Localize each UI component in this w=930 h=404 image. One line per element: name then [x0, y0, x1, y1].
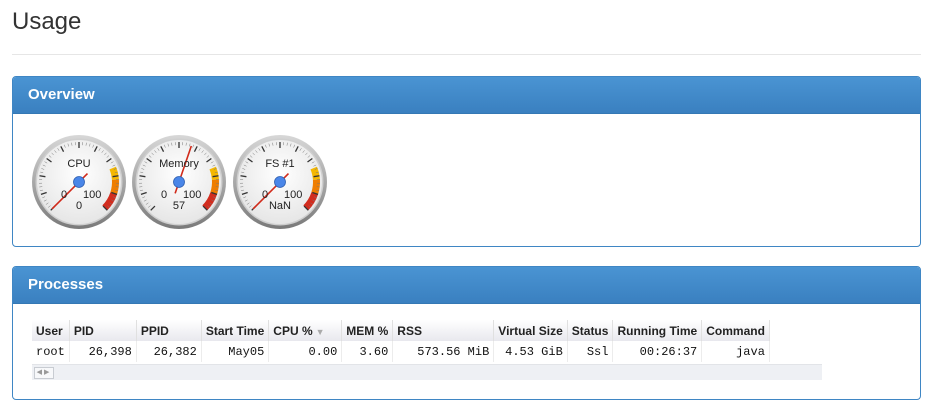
overview-panel-title: Overview [13, 77, 920, 114]
sort-descending-icon: ▼ [315, 326, 325, 337]
cell-pid: 26,398 [69, 341, 137, 362]
horizontal-scrollbar[interactable]: ◀▶ [32, 364, 822, 380]
scroll-arrows-icon[interactable]: ◀▶ [34, 367, 54, 379]
column-header-running-time[interactable]: Running Time [612, 320, 703, 341]
column-header-status[interactable]: Status [567, 320, 614, 341]
gauge-major-tick [313, 175, 320, 178]
cell-ppid: 26,382 [136, 341, 202, 362]
cpu-gauge-value: 0 [75, 200, 83, 212]
column-header-user[interactable]: User [32, 320, 70, 341]
gauge-major-tick [240, 175, 247, 178]
cell-running-time: 00:26:37 [612, 341, 703, 362]
gauge-major-tick [139, 175, 146, 178]
overview-panel: Overview CPU 0 100 0 Memory 0 100 57 FS … [12, 76, 921, 247]
cell-user: root [32, 341, 70, 362]
gauge-hub [173, 176, 185, 188]
fs-gauge-dial [233, 135, 327, 229]
gauge-row: CPU 0 100 0 Memory 0 100 57 FS #1 0 100 … [13, 114, 920, 244]
gauge-hub [274, 176, 286, 188]
page-title: Usage [12, 8, 82, 35]
cell-virtual-size: 4.53 GiB [493, 341, 568, 362]
column-header-command[interactable]: Command [701, 320, 770, 341]
process-table: User PID PPID Start Time CPU % ▼ MEM % RS… [32, 320, 770, 362]
column-header-cpu[interactable]: CPU % ▼ [268, 320, 343, 341]
gauge-major-tick [39, 175, 46, 178]
cell-start-time: May05 [201, 341, 270, 362]
gauge-major-tick [212, 175, 219, 178]
memory-gauge-dial [132, 135, 226, 229]
cpu-gauge: CPU 0 100 0 [31, 134, 127, 230]
memory-gauge-value: 57 [172, 200, 186, 212]
cell-command: java [701, 341, 770, 362]
column-header-pid[interactable]: PID [69, 320, 137, 341]
cell-status: Ssl [567, 341, 614, 362]
processes-panel-title: Processes [13, 267, 920, 304]
column-header-start-time[interactable]: Start Time [201, 320, 270, 341]
memory-gauge-title: Memory [159, 158, 199, 170]
gauge-major-tick [112, 175, 119, 178]
column-header-rss[interactable]: RSS [392, 320, 495, 341]
title-divider [12, 54, 921, 55]
process-table-header: User PID PPID Start Time CPU % ▼ MEM % RS… [32, 320, 770, 341]
process-table-container: User PID PPID Start Time CPU % ▼ MEM % RS… [32, 320, 822, 380]
fs-gauge-title: FS #1 [265, 158, 295, 170]
cell-mem: 3.60 [341, 341, 394, 362]
fs-gauge: FS #1 0 100 NaN [232, 134, 328, 230]
cell-rss: 573.56 MiB [392, 341, 495, 362]
processes-panel: Processes User PID PPID Start Time CPU %… [12, 266, 921, 400]
fs-gauge-value: NaN [268, 200, 291, 212]
gauge-hub [73, 176, 85, 188]
cpu-gauge-dial [32, 135, 126, 229]
cpu-gauge-title: CPU [67, 158, 91, 170]
table-row[interactable]: root 26,398 26,382 May05 0.00 3.60 573.5… [32, 341, 770, 362]
column-header-ppid[interactable]: PPID [136, 320, 202, 341]
cell-cpu: 0.00 [268, 341, 343, 362]
memory-gauge: Memory 0 100 57 [131, 134, 227, 230]
column-header-mem[interactable]: MEM % [341, 320, 394, 341]
column-header-virtual-size[interactable]: Virtual Size [493, 320, 568, 341]
